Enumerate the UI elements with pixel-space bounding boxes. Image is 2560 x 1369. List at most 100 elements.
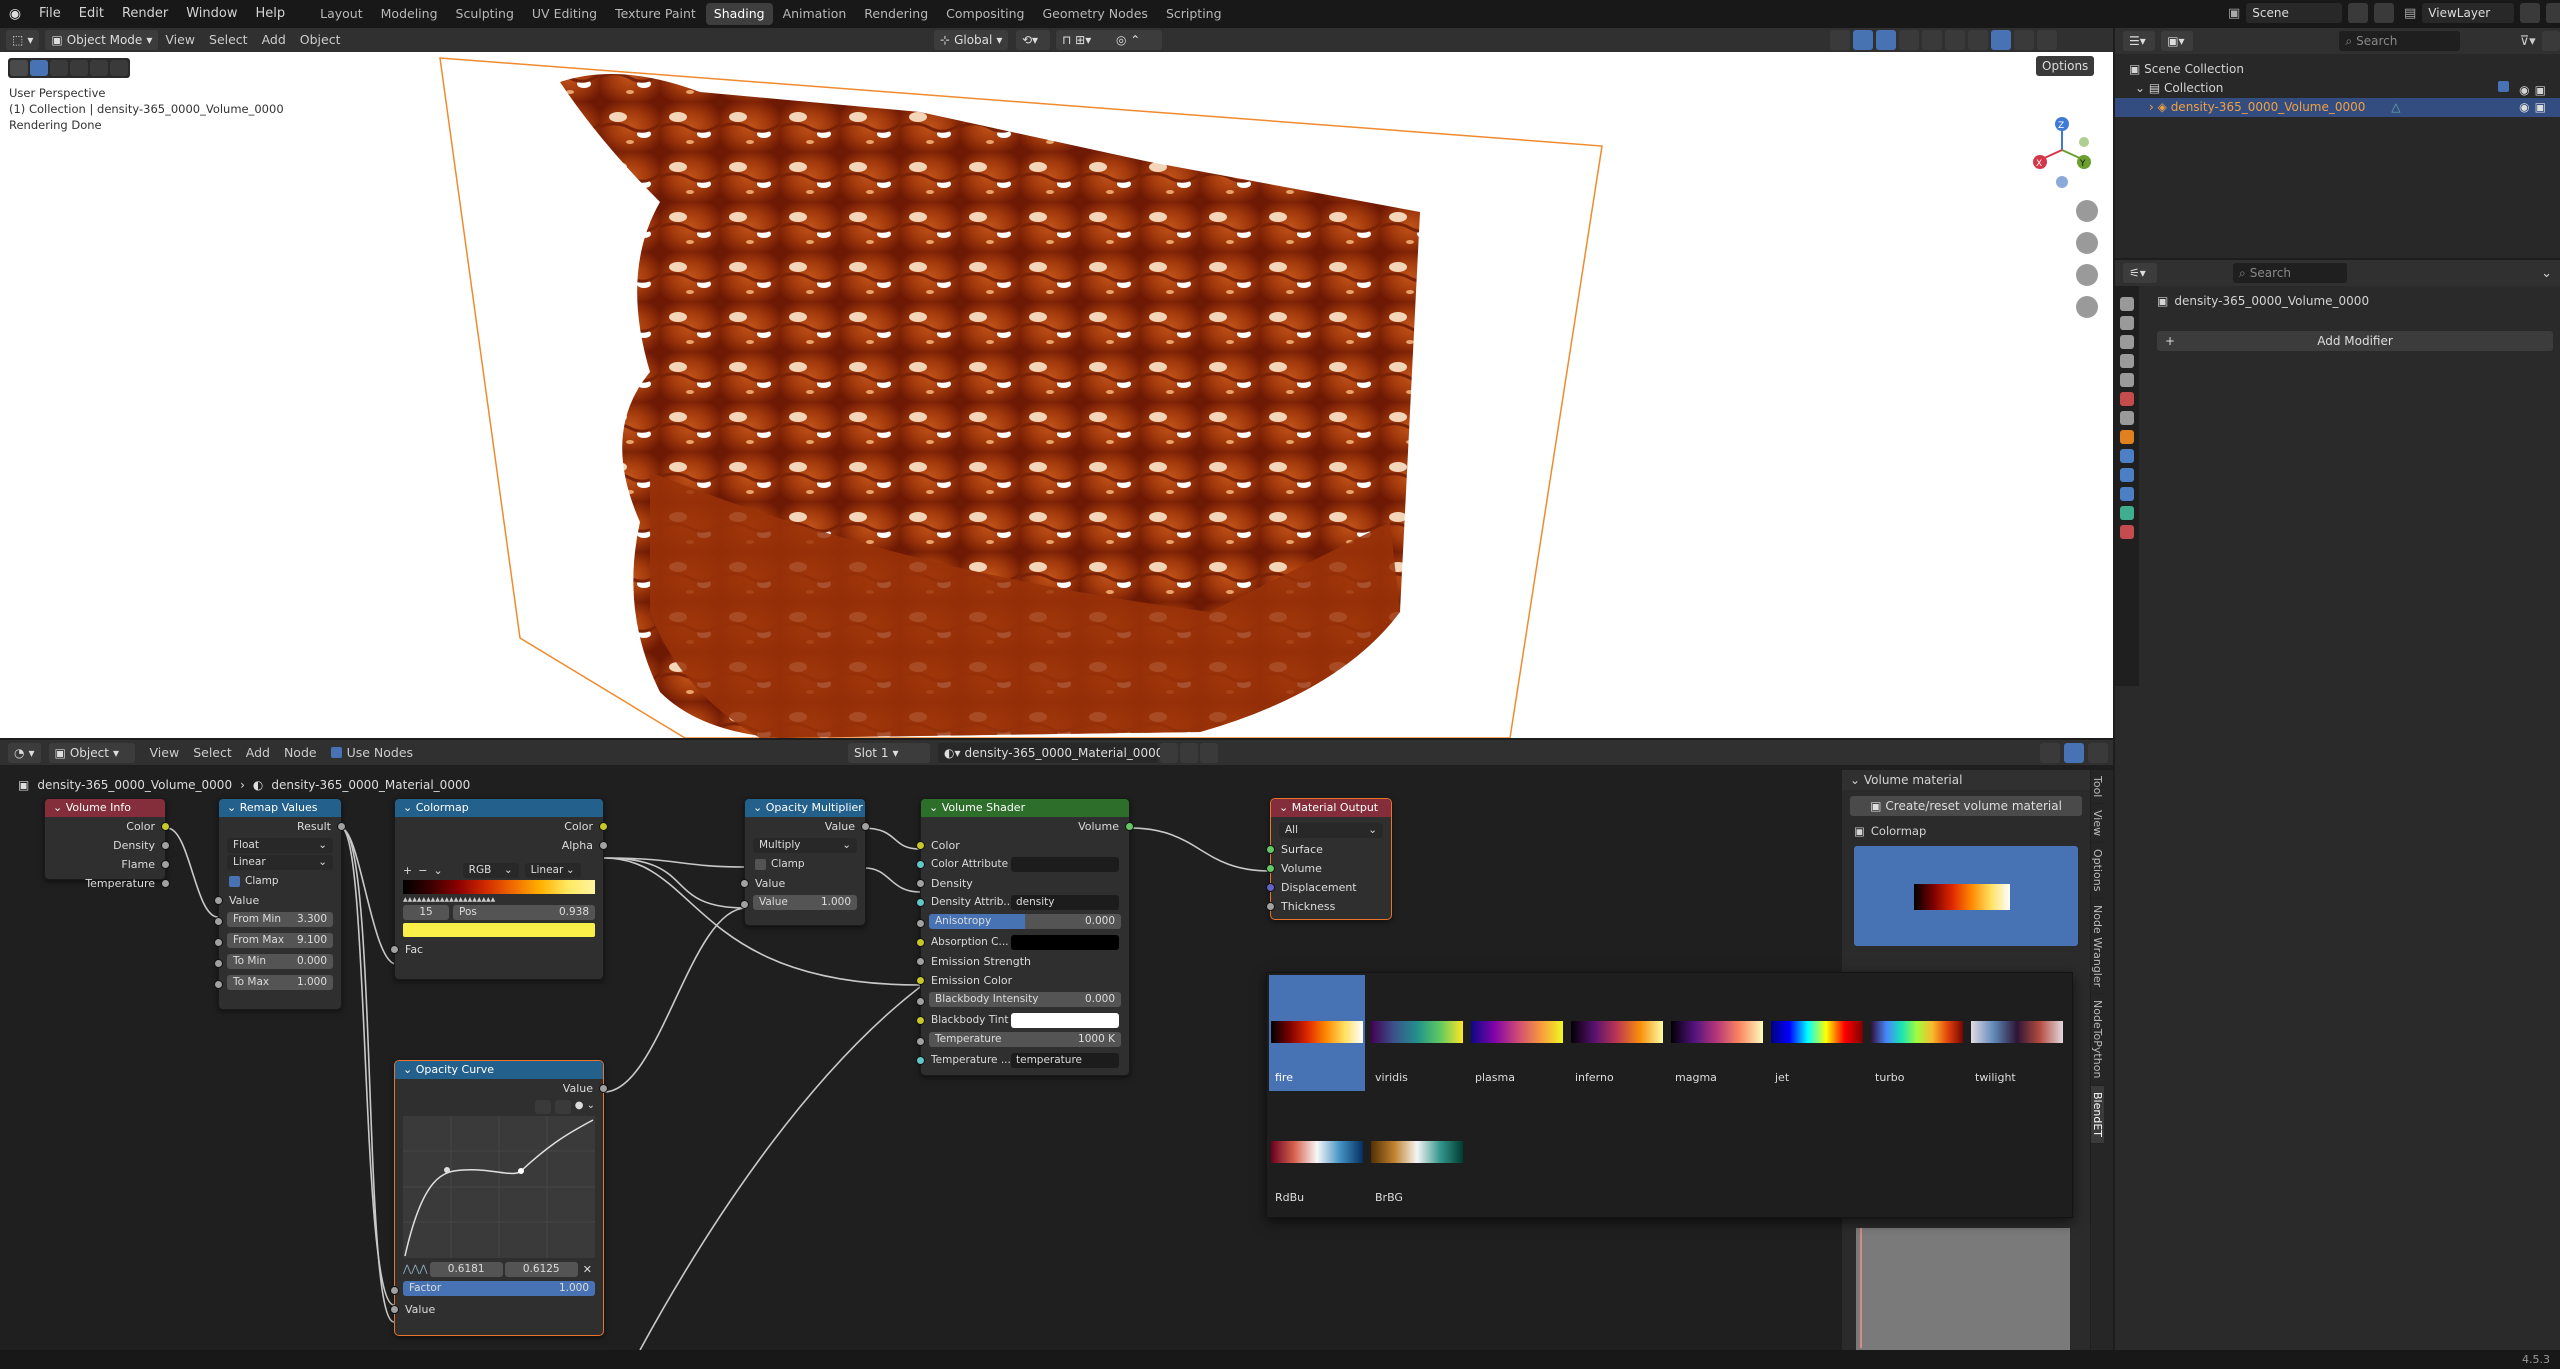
camera-icon[interactable]: ▣ <box>2535 98 2546 117</box>
menu-file[interactable]: File <box>30 0 70 28</box>
socket-icon[interactable] <box>916 898 925 907</box>
socket-icon[interactable] <box>916 1037 925 1046</box>
mult-clamp[interactable]: Clamp <box>745 855 865 874</box>
socket-icon[interactable] <box>861 822 870 831</box>
from-min-field[interactable]: From Min 3.300 <box>227 912 333 927</box>
viewport-menu-select[interactable]: Select <box>202 28 255 53</box>
tab-animation[interactable]: Animation <box>775 3 855 25</box>
socket-icon[interactable] <box>214 896 223 905</box>
volume-material-panel-header[interactable]: ⌄ Volume material <box>1842 770 2090 790</box>
tab-compositing[interactable]: Compositing <box>938 3 1032 25</box>
zoom-out-icon[interactable] <box>554 1100 571 1114</box>
proportional-edit-button[interactable]: ◎ ⌃ <box>1110 30 1162 50</box>
tree-collection[interactable]: ⌄ ▤ Collection ◉ ▣ <box>2129 79 2560 98</box>
tab-options[interactable]: Options <box>2091 843 2104 899</box>
viewport-menu-object[interactable]: Object <box>293 28 348 53</box>
zoom-icon[interactable] <box>2076 200 2098 222</box>
filter-icon[interactable]: ⊽▾ <box>2520 34 2536 49</box>
curve-settings-icon[interactable]: ● ⌄ <box>575 1100 595 1114</box>
node-remap-values[interactable]: ⌄ Remap Values Result Float ⌄ Linear ⌄ Cla… <box>214 798 346 1010</box>
mult-value-field[interactable]: Value 1.000 <box>753 895 857 910</box>
ramp-stop-markers[interactable]: ▲▲▲▲▲▲▲▲▲▲▲▲▲▲▲▲▲▲▲▲ <box>403 896 595 903</box>
socket-icon[interactable] <box>916 860 925 869</box>
socket-icon[interactable] <box>916 957 925 966</box>
ramp-menu-icon[interactable]: ⌄ <box>433 864 442 877</box>
add-modifier-button[interactable]: + Add Modifier <box>2157 331 2553 351</box>
node-material-output[interactable]: ⌄ Material Output All ⌄ Surface Volume Di… <box>1266 798 1392 920</box>
xray-icon[interactable] <box>1899 30 1919 50</box>
colormap-item-plasma[interactable]: plasma <box>1469 975 1565 1091</box>
socket-icon[interactable] <box>214 938 223 947</box>
point-x-field[interactable]: 0.6181 <box>429 1262 503 1277</box>
node-header[interactable]: ⌄ Opacity Multiplier <box>745 799 865 817</box>
overlay-toggle-icon[interactable] <box>1876 30 1896 50</box>
remap-type-dropdown[interactable]: Float ⌄ <box>227 838 333 853</box>
socket-icon[interactable] <box>161 822 170 831</box>
material-shading-icon[interactable] <box>1968 30 1988 50</box>
mode-select[interactable]: ▣ Object Mode ▾ <box>45 30 159 50</box>
camera-view-icon[interactable] <box>2076 264 2098 286</box>
tab-nodetopython[interactable]: NodeToPython <box>2091 994 2104 1086</box>
density-attribute-field[interactable]: density <box>1011 895 1119 910</box>
tab-blendet[interactable]: BlendET <box>2091 1085 2104 1144</box>
socket-icon[interactable] <box>740 900 749 909</box>
colormap-item-brbg[interactable]: BrBG <box>1369 1095 1465 1211</box>
socket-icon[interactable] <box>1125 822 1134 831</box>
constraints-tab-icon[interactable] <box>2120 487 2134 501</box>
socket-icon[interactable] <box>1266 845 1275 854</box>
editor-type-button[interactable]: ⬚ ▾ <box>6 30 40 50</box>
add-stop-icon[interactable]: + <box>403 864 412 877</box>
socket-icon[interactable] <box>916 938 925 947</box>
node-header[interactable]: ⌄ Volume Shader <box>921 799 1129 817</box>
stop-pos-field[interactable]: Pos 0.938 <box>453 905 595 920</box>
blackbody-tint-swatch[interactable] <box>1011 1013 1119 1028</box>
tab-uv-editing[interactable]: UV Editing <box>524 3 605 25</box>
exclude-checkbox[interactable] <box>2498 81 2510 92</box>
pan-hand-icon[interactable] <box>2076 232 2098 254</box>
remove-stop-icon[interactable]: − <box>418 864 427 877</box>
node-opacity-curve[interactable]: ⌄ Opacity Curve Value ● ⌄ ⋀⋀⋀ 0.6181 0.6… <box>390 1060 608 1336</box>
socket-icon[interactable] <box>599 841 608 850</box>
color-ramp-bar[interactable] <box>403 880 595 894</box>
tab-texture-paint[interactable]: Texture Paint <box>607 3 704 25</box>
visibility-icon[interactable] <box>1830 30 1850 50</box>
shading-options-icon[interactable] <box>2014 30 2034 50</box>
node-header[interactable]: ⌄ Volume Info <box>45 799 165 817</box>
rendered-shading-icon[interactable] <box>1991 30 2011 50</box>
socket-icon[interactable] <box>599 1084 608 1093</box>
socket-icon[interactable] <box>1266 883 1275 892</box>
factor-slider[interactable]: Factor 1.000 <box>403 1281 595 1296</box>
output-target-dropdown[interactable]: All ⌄ <box>1279 823 1383 838</box>
socket-icon[interactable] <box>161 879 170 888</box>
scene-tab-icon[interactable] <box>2120 373 2134 387</box>
absorption-color-swatch[interactable] <box>1011 935 1119 950</box>
socket-icon[interactable] <box>916 841 925 850</box>
clamp-checkbox[interactable] <box>755 859 766 870</box>
properties-options-icon[interactable]: ⌄ <box>2541 266 2552 281</box>
colormap-item-magma[interactable]: magma <box>1669 975 1765 1091</box>
clamp-checkbox[interactable] <box>229 876 240 887</box>
socket-icon[interactable] <box>214 959 223 968</box>
wireframe-shading-icon[interactable] <box>1922 30 1942 50</box>
new-collection-icon[interactable] <box>2541 31 2560 51</box>
colormap-item-fire[interactable]: fire <box>1269 975 1365 1091</box>
ramp-interp-dropdown[interactable]: Linear ⌄ <box>524 863 581 878</box>
delete-scene-icon[interactable] <box>2374 3 2395 23</box>
menu-edit[interactable]: Edit <box>70 0 113 28</box>
pause-render-icon[interactable] <box>2037 30 2057 50</box>
color-mode-dropdown[interactable]: RGB ⌄ <box>462 863 519 878</box>
ortho-toggle-icon[interactable] <box>2076 296 2098 318</box>
viewport-3d[interactable]: ⬚ ▾ ▣ Object Mode ▾ View Select Add Object … <box>0 28 2113 738</box>
colormap-item-jet[interactable]: jet <box>1769 975 1865 1091</box>
data-link-icon[interactable]: △ <box>2391 100 2400 114</box>
socket-icon[interactable] <box>390 945 399 954</box>
node-editor[interactable]: ◔ ▾ ▣ Object ▾ View Select Add Node Use Nod… <box>0 740 2113 1350</box>
menu-render[interactable]: Render <box>113 0 177 28</box>
to-max-field[interactable]: To Max 1.000 <box>227 975 333 990</box>
new-viewlayer-icon[interactable] <box>2520 3 2541 23</box>
tab-shading[interactable]: Shading <box>705 3 773 25</box>
tab-rendering[interactable]: Rendering <box>856 3 936 25</box>
colormap-item-twilight[interactable]: twilight <box>1969 975 2065 1091</box>
scene-field[interactable]: Scene <box>2246 3 2343 23</box>
render-tab-icon[interactable] <box>2120 316 2134 330</box>
